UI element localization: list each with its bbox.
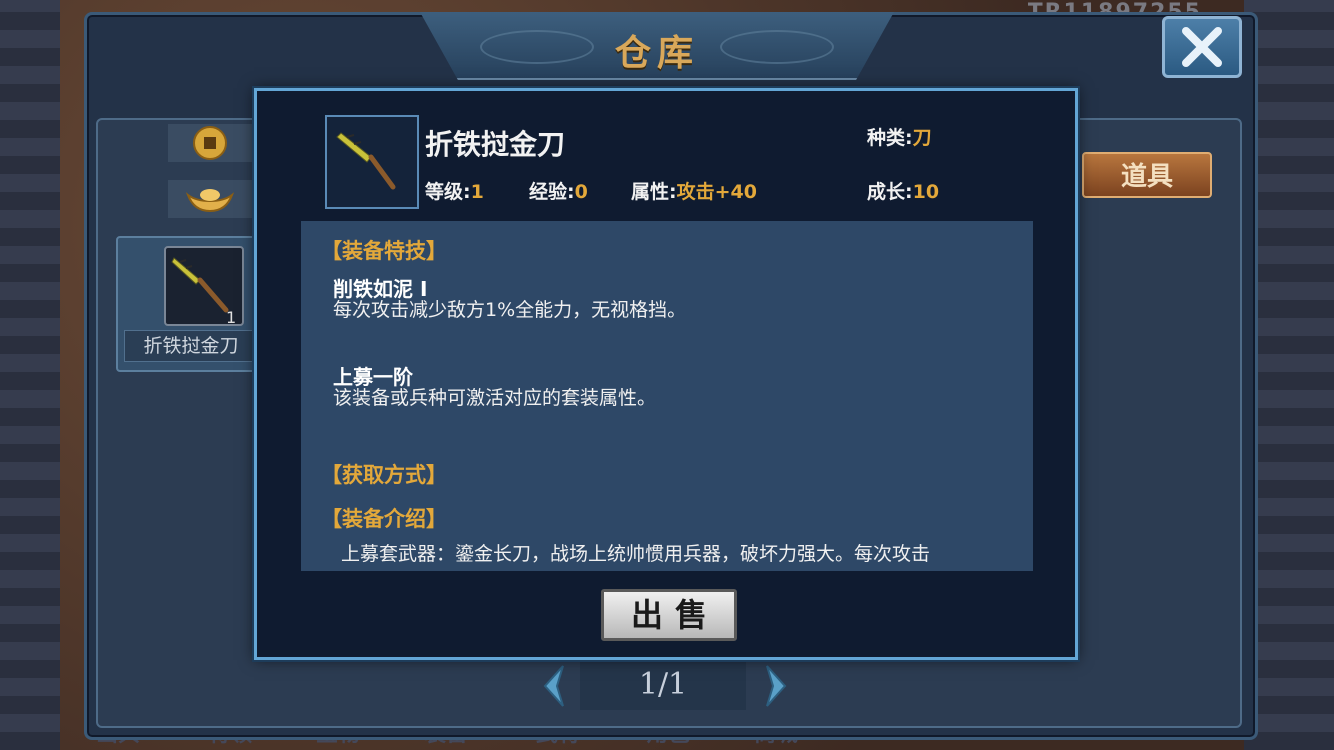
- stat-type-value: 刀: [912, 127, 932, 149]
- intro-text: 上募套武器：鎏金长刀，战场上统帅惯用兵器，破坏力强大。每次攻击: [341, 543, 931, 565]
- close-button[interactable]: [1162, 16, 1242, 78]
- chevron-left-icon: [543, 665, 564, 707]
- copper-coin-icon: [193, 126, 227, 160]
- intro-section-header: 【装备介绍】: [321, 507, 447, 531]
- currency-slot-copper: [168, 124, 252, 162]
- item-title: 折铁挝金刀: [425, 128, 566, 161]
- stat-attribute: 属性:攻击+40: [631, 177, 757, 204]
- gold-ingot-icon: [185, 189, 235, 213]
- blade-weapon-icon: [336, 132, 396, 190]
- stat-attribute-label: 属性:: [631, 181, 677, 203]
- source-section-header: 【获取方式】: [321, 463, 447, 487]
- stat-type: 种类:刀: [867, 123, 932, 150]
- chevron-right-icon: [766, 665, 787, 707]
- detail-item-icon-frame: [325, 115, 419, 209]
- stat-growth-value: 10: [912, 181, 940, 203]
- description-box: 【装备特技】 削铁如泥 I 每次攻击减少敌方1%全能力，无视格挡。 上募一阶 该…: [301, 221, 1033, 571]
- stat-exp-label: 经验:: [529, 181, 575, 203]
- stat-level-value: 1: [470, 181, 484, 203]
- stat-growth-label: 成长:: [867, 181, 913, 203]
- currency-slot-gold: [168, 180, 252, 218]
- window-title: 仓库: [614, 33, 699, 74]
- stat-attribute-value: 攻击+40: [676, 181, 757, 203]
- skill-section-header: 【装备特技】: [321, 239, 447, 263]
- close-x-icon: [1182, 27, 1222, 67]
- stat-growth: 成长:10: [867, 177, 939, 204]
- item-count: 1: [226, 308, 237, 327]
- skill-description: 该装备或兵种可激活对应的套装属性。: [333, 387, 657, 409]
- item-detail-dialog: 折铁挝金刀 种类:刀 等级:1 经验:0 属性:攻击+40 成长:10 【装备特…: [254, 88, 1078, 660]
- sell-button[interactable]: 出售: [601, 589, 737, 641]
- inventory-item-slot[interactable]: 1 折铁挝金刀: [116, 236, 262, 372]
- skill-description: 每次攻击减少敌方1%全能力，无视格挡。: [333, 299, 687, 321]
- stat-exp: 经验:0: [529, 177, 588, 204]
- prev-page-button[interactable]: [534, 660, 574, 712]
- stat-exp-value: 0: [574, 181, 588, 203]
- tab-items-button[interactable]: 道具: [1082, 152, 1212, 198]
- item-name-label: 折铁挝金刀: [124, 330, 258, 362]
- page-indicator: 1/1: [580, 660, 746, 710]
- stat-level: 等级:1: [425, 177, 484, 204]
- next-page-button[interactable]: [756, 660, 796, 712]
- stat-type-label: 种类:: [867, 127, 913, 149]
- stat-level-label: 等级:: [425, 181, 471, 203]
